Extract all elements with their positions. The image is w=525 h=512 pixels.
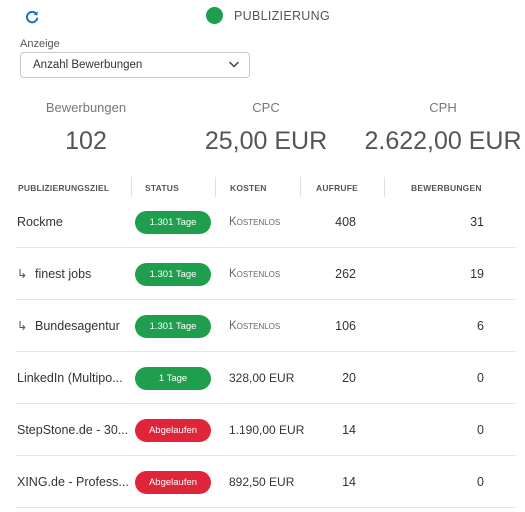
row-aufrufe: 408 bbox=[335, 215, 356, 229]
row-cost: Kostenlos bbox=[229, 320, 281, 332]
row-target-label: Bundesagentur bbox=[35, 319, 120, 333]
metric-label: Bewerbungen bbox=[45, 100, 127, 115]
sub-item-arrow-icon: ↳ bbox=[17, 319, 28, 333]
table-row[interactable]: ↳ finest jobs 1.301 Tage Kostenlos 262 19 bbox=[16, 248, 516, 300]
metric-value: 2.622,00 EUR bbox=[364, 127, 522, 155]
row-bewerbungen: 0 bbox=[477, 371, 484, 385]
row-aufrufe: 20 bbox=[342, 371, 356, 385]
metric-value: 25,00 EUR bbox=[204, 127, 328, 155]
status-title: PUBLIZIERUNG bbox=[234, 9, 330, 23]
table-row[interactable]: Rockme 1.301 Tage Kostenlos 408 31 bbox=[16, 196, 516, 248]
row-target-name[interactable]: ↳ Bundesagentur bbox=[17, 300, 120, 352]
row-bewerbungen: 0 bbox=[477, 475, 484, 489]
status-badge: 1.301 Tage bbox=[135, 315, 211, 338]
row-bewerbungen: 0 bbox=[477, 423, 484, 437]
refresh-icon[interactable] bbox=[24, 9, 40, 25]
status-badge: 1 Tage bbox=[135, 367, 211, 390]
row-cost: Kostenlos bbox=[229, 268, 281, 280]
metric-label: CPC bbox=[252, 100, 280, 115]
column-divider bbox=[384, 177, 385, 197]
row-target-label: LinkedIn (Multipo... bbox=[17, 371, 123, 385]
display-select-value: Anzahl Bewerbungen bbox=[33, 59, 143, 71]
row-aufrufe: 262 bbox=[335, 267, 356, 281]
row-bewerbungen: 19 bbox=[470, 267, 484, 281]
column-header-ziel[interactable]: PUBLIZIERUNGSZIEL bbox=[18, 183, 109, 193]
row-bewerbungen: 31 bbox=[470, 215, 484, 229]
row-target-name[interactable]: LinkedIn (Multipo... bbox=[17, 352, 123, 404]
status-badge: Abgelaufen bbox=[135, 471, 211, 494]
column-divider bbox=[215, 177, 216, 197]
status-badge: Abgelaufen bbox=[135, 419, 211, 442]
status-badge: 1.301 Tage bbox=[135, 263, 211, 286]
status-indicator bbox=[206, 7, 223, 24]
metric-bewerbungen: Bewerbungen 102 bbox=[30, 100, 142, 156]
status-badge: 1.301 Tage bbox=[135, 211, 211, 234]
column-header-kosten[interactable]: KOSTEN bbox=[230, 183, 267, 193]
row-target-name[interactable]: Rockme bbox=[17, 196, 63, 248]
column-divider bbox=[131, 177, 132, 197]
metric-cpc: CPC 25,00 EUR bbox=[196, 100, 336, 156]
column-header-status[interactable]: STATUS bbox=[145, 183, 179, 193]
row-cost: Kostenlos bbox=[229, 216, 281, 228]
table-row[interactable]: LinkedIn (Multipo... 1 Tage 328,00 EUR 20 0 bbox=[16, 352, 516, 404]
row-cost: 892,50 EUR bbox=[229, 475, 295, 489]
row-cost: 1.190,00 EUR bbox=[229, 423, 305, 437]
row-aufrufe: 106 bbox=[335, 319, 356, 333]
row-target-name[interactable]: ↳ finest jobs bbox=[17, 248, 91, 300]
row-target-label: StepStone.de - 30... bbox=[17, 423, 129, 437]
row-bewerbungen: 6 bbox=[477, 319, 484, 333]
row-aufrufe: 14 bbox=[342, 423, 356, 437]
table-row[interactable]: XING.de - Profess... Abgelaufen 892,50 EUR… bbox=[16, 456, 516, 508]
chevron-down-icon bbox=[229, 61, 239, 68]
metric-value: 102 bbox=[65, 127, 107, 155]
display-select[interactable]: Anzahl Bewerbungen bbox=[20, 52, 250, 78]
row-target-label: Rockme bbox=[17, 215, 63, 229]
column-divider bbox=[300, 177, 301, 197]
row-target-label: XING.de - Profess... bbox=[17, 475, 129, 489]
column-header-aufrufe[interactable]: AUFRUFE bbox=[316, 183, 358, 193]
row-target-label: finest jobs bbox=[35, 267, 92, 281]
row-target-name[interactable]: StepStone.de - 30... bbox=[17, 404, 128, 456]
column-header-bewerbungen[interactable]: BEWERBUNGEN bbox=[411, 183, 482, 193]
table-row[interactable]: StepStone.de - 30... Abgelaufen 1.190,00 E… bbox=[16, 404, 516, 456]
sub-item-arrow-icon: ↳ bbox=[17, 267, 28, 281]
metric-label: CPH bbox=[429, 100, 457, 115]
row-cost: 328,00 EUR bbox=[229, 371, 295, 385]
row-aufrufe: 14 bbox=[342, 475, 356, 489]
row-target-name[interactable]: XING.de - Profess... bbox=[17, 456, 129, 508]
metric-cph: CPH 2.622,00 EUR bbox=[362, 100, 524, 156]
table-row[interactable]: ↳ Bundesagentur 1.301 Tage Kostenlos 106 6 bbox=[16, 300, 516, 352]
filter-label: Anzeige bbox=[20, 38, 60, 50]
